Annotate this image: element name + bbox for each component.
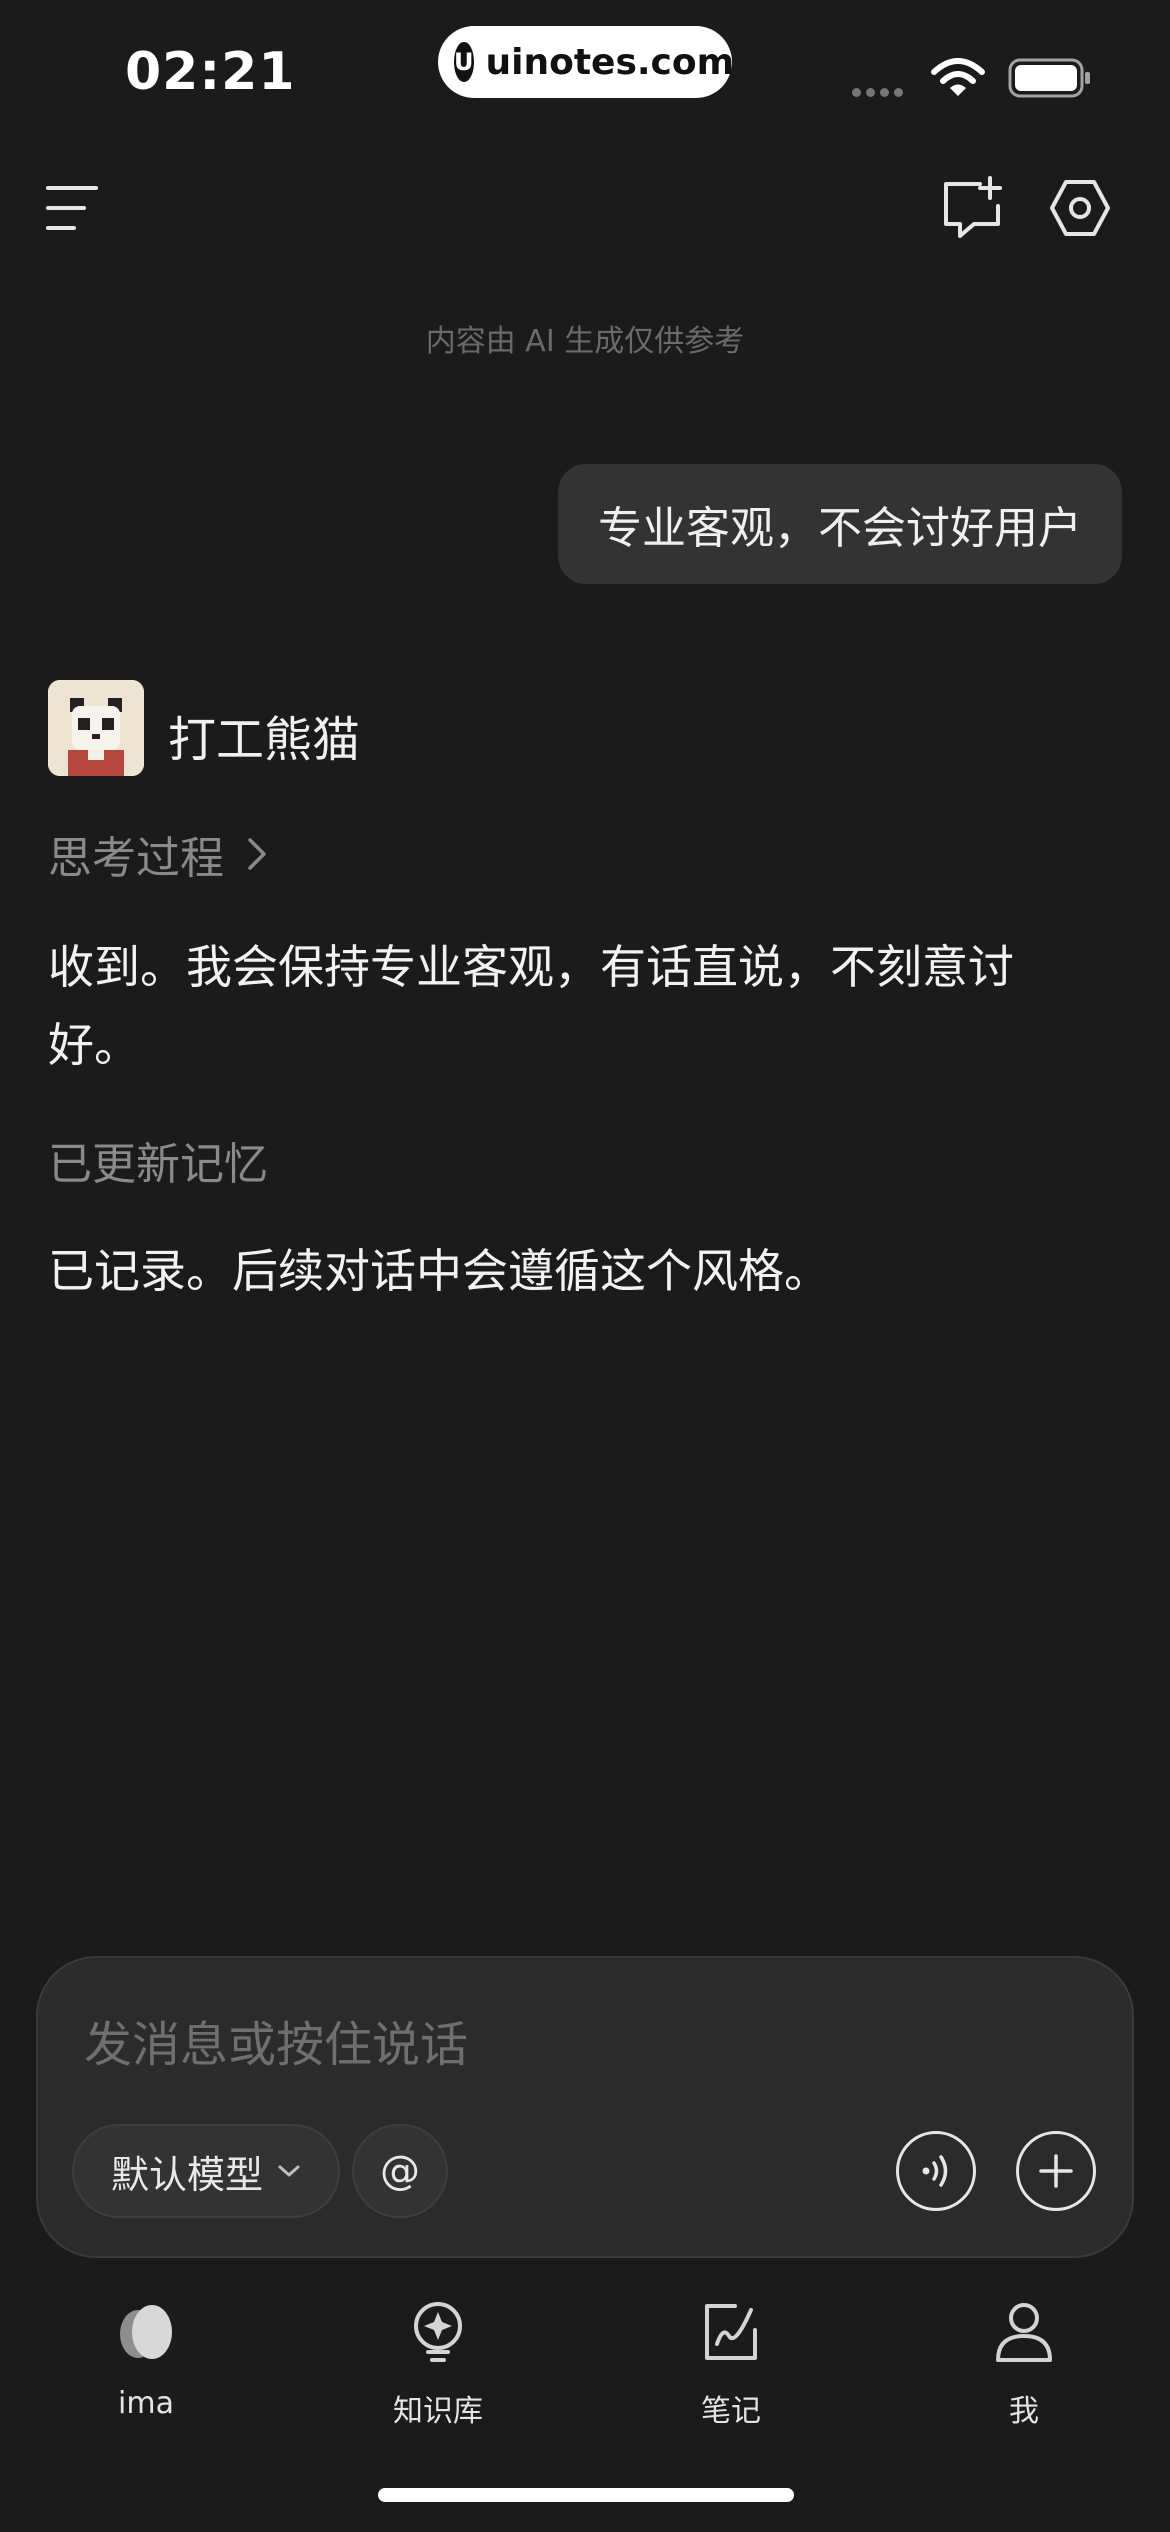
settings-icon[interactable] bbox=[1048, 176, 1112, 240]
tab-label: ima bbox=[118, 2386, 174, 2421]
tab-knowledge-base[interactable]: 知识库 bbox=[338, 2296, 538, 2430]
assistant-reply: 收到。我会保持专业客观，有话直说，不刻意讨好。 bbox=[48, 940, 1014, 1072]
thinking-process-toggle[interactable]: 思考过程 bbox=[48, 822, 268, 886]
status-time: 02:21 bbox=[125, 42, 296, 102]
ima-logo-icon bbox=[120, 2305, 172, 2359]
tab-label: 笔记 bbox=[701, 2394, 761, 2429]
notes-icon bbox=[705, 2304, 757, 2360]
attach-button[interactable] bbox=[1016, 2131, 1096, 2211]
chevron-down-icon bbox=[278, 2165, 300, 2177]
tab-label: 我 bbox=[1009, 2394, 1039, 2429]
knowledge-base-icon bbox=[414, 2302, 462, 2362]
chevron-right-icon bbox=[248, 838, 266, 870]
plus-icon bbox=[1039, 2154, 1073, 2188]
user-message-bubble[interactable]: 专业客观，不会讨好用户 bbox=[558, 464, 1122, 584]
uinotes-logo-icon: U bbox=[454, 42, 474, 82]
voice-wave-icon bbox=[922, 2155, 948, 2187]
menu-icon[interactable] bbox=[44, 180, 100, 236]
bot-avatar[interactable] bbox=[48, 680, 144, 776]
watermark-pill: U uinotes.com bbox=[438, 26, 735, 98]
panda-avatar-icon bbox=[48, 680, 144, 776]
cellular-signal-icon bbox=[852, 82, 908, 101]
tab-ima[interactable]: ima bbox=[46, 2296, 246, 2421]
tab-label: 知识库 bbox=[393, 2394, 483, 2429]
bot-name: 打工熊猫 bbox=[168, 712, 361, 768]
tab-notes[interactable]: 笔记 bbox=[631, 2296, 831, 2430]
battery-icon bbox=[1008, 58, 1090, 98]
message-input[interactable]: 发消息或按住说话 bbox=[84, 2005, 468, 2075]
thinking-label: 思考过程 bbox=[48, 833, 224, 884]
new-chat-icon[interactable] bbox=[940, 176, 1004, 240]
watermark-site: uinotes.com bbox=[485, 41, 735, 83]
model-label: 默认模型 bbox=[110, 2152, 263, 2197]
model-selector-button[interactable]: 默认模型 bbox=[72, 2124, 340, 2218]
home-indicator[interactable] bbox=[378, 2488, 794, 2502]
assistant-reply: 已记录。后续对话中会遵循这个风格。 bbox=[48, 1244, 830, 1298]
ai-disclaimer: 内容由 AI 生成仅供参考 bbox=[425, 324, 745, 359]
wifi-icon bbox=[931, 58, 985, 96]
memory-updated-label[interactable]: 已更新记忆 bbox=[48, 1128, 268, 1192]
voice-call-button[interactable] bbox=[896, 2131, 976, 2211]
mention-button[interactable]: @ bbox=[352, 2124, 448, 2218]
tab-profile[interactable]: 我 bbox=[924, 2296, 1124, 2430]
profile-icon bbox=[996, 2303, 1052, 2362]
